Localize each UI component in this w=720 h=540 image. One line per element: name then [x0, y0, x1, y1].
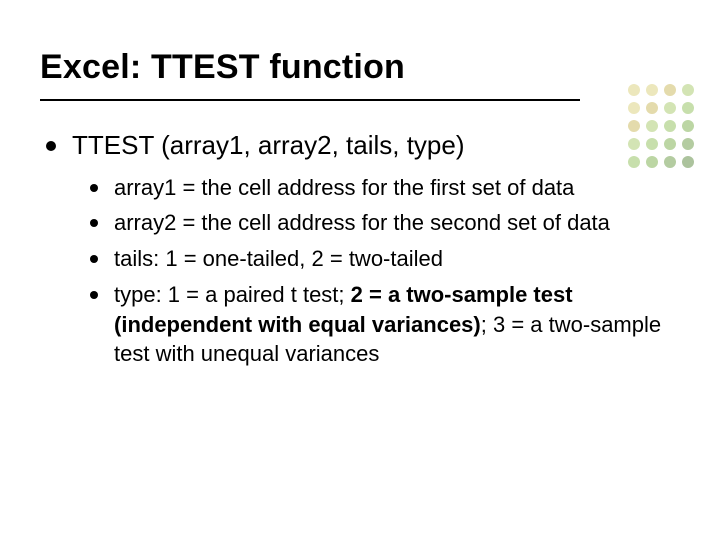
dot-icon: [646, 84, 658, 96]
dot-icon: [664, 102, 676, 114]
dot-icon: [682, 138, 694, 150]
dot-icon: [628, 102, 640, 114]
dot-icon: [646, 102, 658, 114]
dot-icon: [682, 156, 694, 168]
decorative-dots: [628, 84, 696, 170]
dot-icon: [628, 120, 640, 132]
list-item: TTEST (array1, array2, tails, type) arra…: [44, 129, 680, 369]
list-item: array2 = the cell address for the second…: [90, 208, 680, 238]
list-item: array1 = the cell address for the first …: [90, 173, 680, 203]
dot-icon: [664, 156, 676, 168]
slide: Excel: TTEST function TTEST (array1, arr…: [0, 0, 720, 540]
text-segment: type: 1 = a paired t test;: [114, 282, 351, 307]
dot-icon: [682, 102, 694, 114]
text-segment: array2 = the cell address for the second…: [114, 210, 610, 235]
list-item: type: 1 = a paired t test; 2 = a two-sam…: [90, 280, 680, 369]
bullet-list-level1: TTEST (array1, array2, tails, type) arra…: [44, 129, 680, 369]
dot-icon: [628, 156, 640, 168]
title-underline: [40, 99, 580, 101]
dot-icon: [682, 84, 694, 96]
bullet-list-level2: array1 = the cell address for the first …: [90, 173, 680, 369]
dot-icon: [682, 120, 694, 132]
dot-icon: [646, 138, 658, 150]
dot-icon: [664, 120, 676, 132]
list-item: tails: 1 = one-tailed, 2 = two-tailed: [90, 244, 680, 274]
dot-icon: [628, 138, 640, 150]
dot-icon: [646, 120, 658, 132]
dot-icon: [628, 84, 640, 96]
dot-icon: [664, 84, 676, 96]
dot-icon: [646, 156, 658, 168]
slide-title: Excel: TTEST function: [40, 48, 680, 87]
text-segment: tails: 1 = one-tailed, 2 = two-tailed: [114, 246, 443, 271]
dot-icon: [664, 138, 676, 150]
main-point-text: TTEST (array1, array2, tails, type): [72, 130, 465, 160]
text-segment: array1 = the cell address for the first …: [114, 175, 574, 200]
